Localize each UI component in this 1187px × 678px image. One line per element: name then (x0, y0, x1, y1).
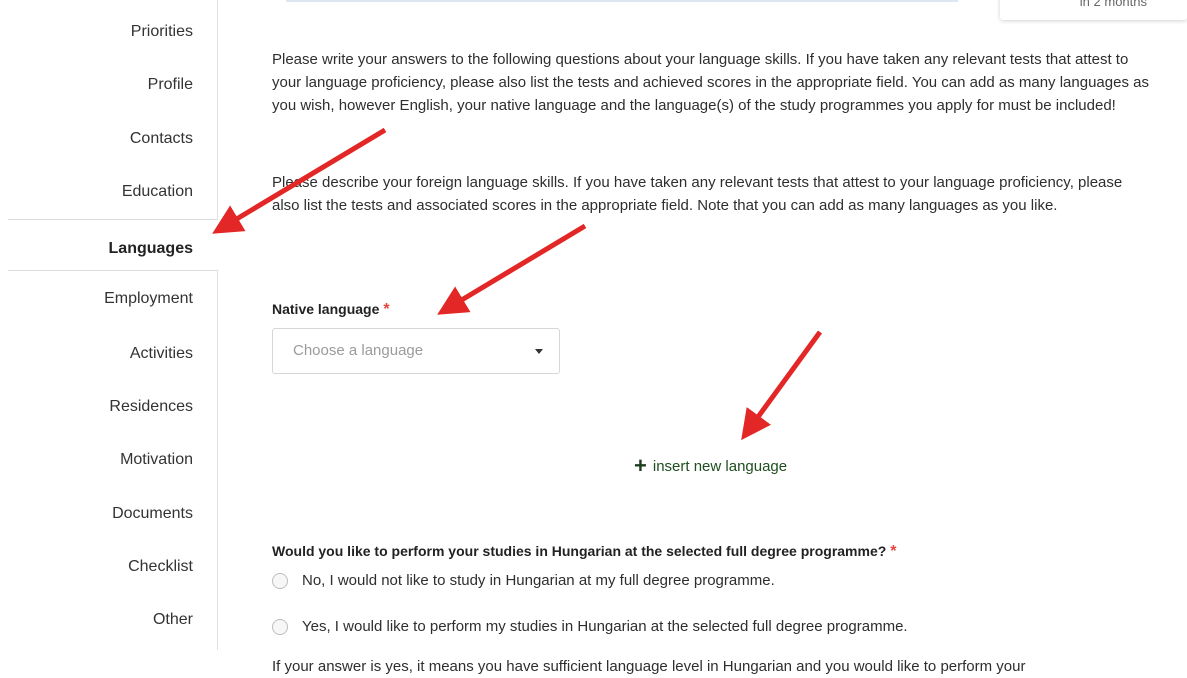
sidebar-item-contacts[interactable]: Contacts (130, 129, 193, 149)
radio-button-yes[interactable] (272, 618, 288, 635)
deadline-text: in 2 months (1079, 0, 1147, 9)
sidebar-nav: Priorities Profile Contacts Education La… (0, 0, 218, 650)
sidebar-item-other[interactable]: Other (153, 610, 193, 630)
sidebar-item-profile[interactable]: Profile (148, 75, 193, 95)
arrow-to-native-language (437, 223, 587, 315)
sidebar-item-priorities[interactable]: Priorities (131, 22, 193, 42)
insert-new-language-label: insert new language (652, 457, 788, 475)
sidebar-item-checklist[interactable]: Checklist (128, 557, 193, 577)
caret-down-icon (535, 349, 543, 354)
sidebar-item-activities[interactable]: Activities (130, 344, 193, 364)
intro-paragraph-1: Please write your answers to the followi… (272, 51, 1149, 114)
radio-option-yes[interactable]: Yes, I would like to perform my studies … (272, 618, 908, 635)
native-language-placeholder: Choose a language (293, 342, 424, 359)
arrow-to-insert-language (741, 330, 823, 441)
hungarian-question-label: Would you like to perform your studies i… (272, 543, 897, 561)
sidebar-item-education[interactable]: Education (122, 182, 193, 202)
native-language-select[interactable]: Choose a language (272, 328, 560, 374)
required-asterisk: * (890, 543, 897, 560)
intro-paragraph-2: Please describe your foreign language sk… (272, 174, 1123, 214)
plus-icon: + (634, 453, 647, 478)
native-language-label: Native language * (272, 301, 390, 319)
sidebar-item-documents[interactable]: Documents (112, 504, 193, 524)
radio-option-no-label: No, I would not like to study in Hungari… (302, 572, 775, 589)
top-info-box-edge (286, 0, 958, 2)
followup-paragraph: If your answer is yes, it means you have… (272, 658, 1026, 675)
sidebar-item-employment[interactable]: Employment (104, 289, 193, 309)
radio-option-no[interactable]: No, I would not like to study in Hungari… (272, 572, 775, 589)
sidebar-item-languages[interactable]: Languages (109, 239, 193, 259)
radio-option-yes-label: Yes, I would like to perform my studies … (302, 618, 908, 635)
radio-button-no[interactable] (272, 572, 288, 589)
sidebar-item-residences[interactable]: Residences (109, 397, 193, 417)
sidebar-item-motivation[interactable]: Motivation (120, 450, 193, 470)
hungarian-question-text: Would you like to perform your studies i… (272, 543, 887, 559)
native-language-label-text: Native language (272, 301, 380, 317)
required-asterisk: * (383, 301, 390, 318)
insert-new-language-link[interactable]: + insert new language (634, 453, 788, 478)
